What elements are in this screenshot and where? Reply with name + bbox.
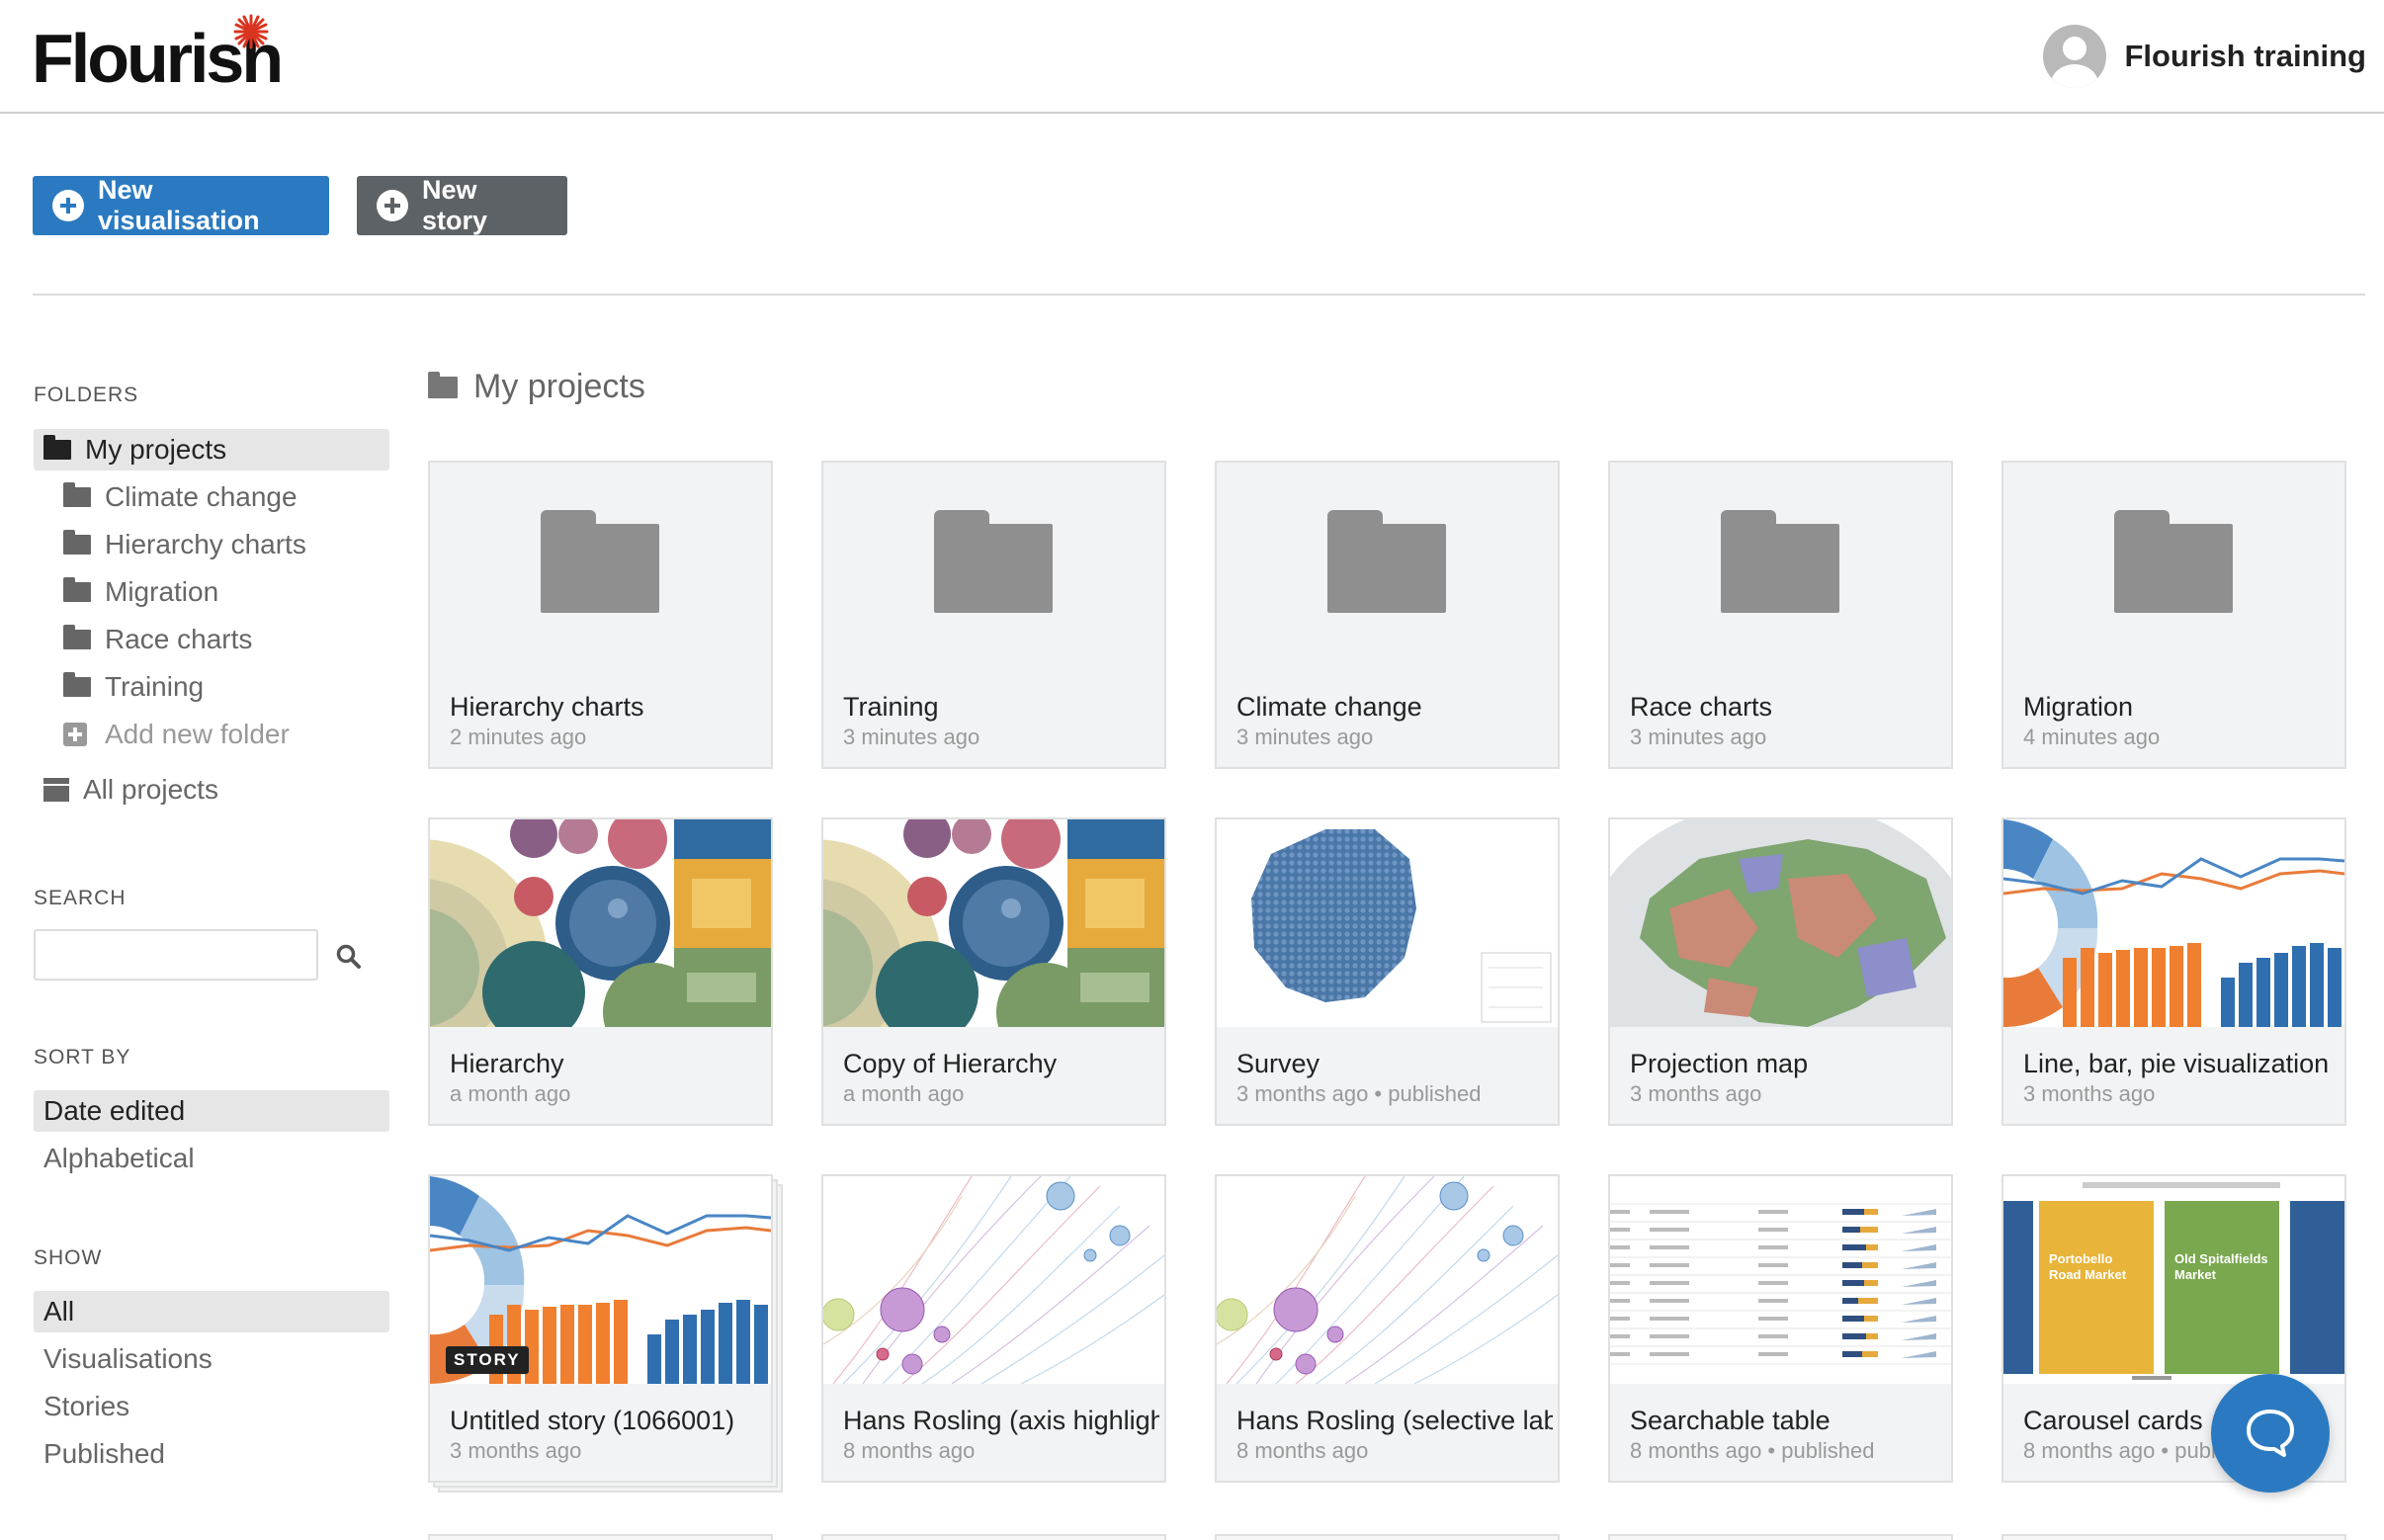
search-input[interactable] xyxy=(34,929,318,981)
thumbnail xyxy=(1217,819,1558,1027)
new-story-button[interactable]: New story xyxy=(357,175,567,235)
thumbnail: STORY xyxy=(430,1176,771,1384)
sidebar-folder-training[interactable]: Training xyxy=(63,666,204,708)
plus-circle-icon xyxy=(377,190,408,221)
sidebar-folder-my-projects[interactable]: My projects xyxy=(34,429,389,471)
story-badge: STORY xyxy=(446,1346,529,1374)
project-card-hierarchy[interactable]: Hierarchy a month ago xyxy=(428,817,773,1126)
logo-star-icon xyxy=(233,14,269,49)
project-card-searchable-table[interactable]: Searchable table 8 months ago • publishe… xyxy=(1608,1174,1953,1483)
search-heading: SEARCH xyxy=(34,887,127,909)
folder-card-climate-change[interactable]: Climate change 3 minutes ago xyxy=(1215,461,1560,769)
thumbnail xyxy=(823,1176,1164,1384)
sidebar-folder-race-charts[interactable]: Race charts xyxy=(63,619,252,660)
sidebar-all-projects[interactable]: All projects xyxy=(43,769,218,811)
show-option-all[interactable]: All xyxy=(34,1291,389,1332)
new-visualisation-button[interactable]: New visualisation xyxy=(33,175,329,235)
folder-card-training[interactable]: Training 3 minutes ago xyxy=(821,461,1166,769)
folder-icon xyxy=(63,577,91,602)
folder-icon xyxy=(1327,510,1446,613)
sidebar-folder-migration[interactable]: Migration xyxy=(63,571,218,613)
thumbnail xyxy=(1217,1176,1558,1384)
folder-icon xyxy=(2114,510,2233,613)
project-card-hans-rosling-labels[interactable]: Hans Rosling (selective labels) 8 months… xyxy=(1215,1174,1560,1483)
folder-icon xyxy=(1721,510,1839,613)
project-card-partial[interactable] xyxy=(2001,1534,2346,1540)
user-menu[interactable]: Flourish training xyxy=(2043,22,2366,91)
sidebar-folder-climate-change[interactable]: Climate change xyxy=(63,476,298,518)
chat-icon xyxy=(2247,1410,2294,1457)
top-header: Flourish Flourish training xyxy=(0,0,2384,114)
plus-circle-icon xyxy=(52,190,84,221)
add-new-folder-button[interactable]: Add new folder xyxy=(61,714,290,755)
project-card-partial[interactable] xyxy=(428,1534,773,1540)
add-folder-icon xyxy=(63,723,87,746)
folder-card-race-charts[interactable]: Race charts 3 minutes ago xyxy=(1608,461,1953,769)
thumbnail xyxy=(1610,1176,1951,1384)
folder-card-migration[interactable]: Migration 4 minutes ago xyxy=(2001,461,2346,769)
project-card-untitled-story[interactable]: STORY Untitled story (1066001) 3 months … xyxy=(428,1174,773,1483)
folders-heading: FOLDERS xyxy=(34,384,139,406)
show-option-visualisations[interactable]: Visualisations xyxy=(34,1338,389,1380)
thumbnail xyxy=(430,819,771,1027)
project-card-partial[interactable] xyxy=(1608,1534,1953,1540)
folder-icon xyxy=(63,530,91,555)
project-card-projection-map[interactable]: Projection map 3 months ago xyxy=(1608,817,1953,1126)
project-card-line-bar-pie[interactable]: Line, bar, pie visualization 3 months ag… xyxy=(2001,817,2346,1126)
user-name[interactable]: Flourish training xyxy=(2124,39,2366,74)
folder-card-hierarchy-charts[interactable]: Hierarchy charts 2 minutes ago xyxy=(428,461,773,769)
folder-icon xyxy=(541,510,659,613)
folder-icon xyxy=(63,482,91,507)
help-chat-button[interactable] xyxy=(2211,1374,2330,1493)
new-story-label: New story xyxy=(422,175,488,235)
search-icon[interactable] xyxy=(336,944,362,970)
show-heading: SHOW xyxy=(34,1246,103,1269)
archive-icon xyxy=(43,778,69,802)
new-visualisation-label: New visualisation xyxy=(98,175,260,235)
sort-heading: SORT BY xyxy=(34,1046,131,1069)
thumbnail: Portobello Road Market Old Spitalfields Ma… xyxy=(2003,1176,2344,1384)
divider xyxy=(33,294,2365,296)
thumbnail xyxy=(2003,819,2344,1027)
folder-icon xyxy=(63,672,91,697)
breadcrumb: My projects xyxy=(428,368,645,406)
show-option-published[interactable]: Published xyxy=(34,1433,389,1475)
folder-icon xyxy=(934,510,1053,613)
avatar[interactable] xyxy=(2043,25,2107,88)
project-card-partial[interactable] xyxy=(821,1534,1166,1540)
sidebar-folder-hierarchy-charts[interactable]: Hierarchy charts xyxy=(63,524,306,565)
project-card-survey[interactable]: Survey 3 months ago • published xyxy=(1215,817,1560,1126)
project-card-partial[interactable] xyxy=(1215,1534,1560,1540)
sort-option-alphabetical[interactable]: Alphabetical xyxy=(34,1138,389,1179)
folder-icon xyxy=(63,625,91,649)
project-card-copy-of-hierarchy[interactable]: Copy of Hierarchy a month ago xyxy=(821,817,1166,1126)
thumbnail xyxy=(1610,819,1951,1027)
thumbnail xyxy=(823,819,1164,1027)
show-option-stories[interactable]: Stories xyxy=(34,1386,389,1427)
folder-icon xyxy=(428,371,458,398)
sort-option-date-edited[interactable]: Date edited xyxy=(34,1090,389,1132)
project-card-hans-rosling-axis[interactable]: Hans Rosling (axis highlight) 8 months a… xyxy=(821,1174,1166,1483)
page-title: My projects xyxy=(473,368,645,405)
folder-icon xyxy=(43,435,71,460)
